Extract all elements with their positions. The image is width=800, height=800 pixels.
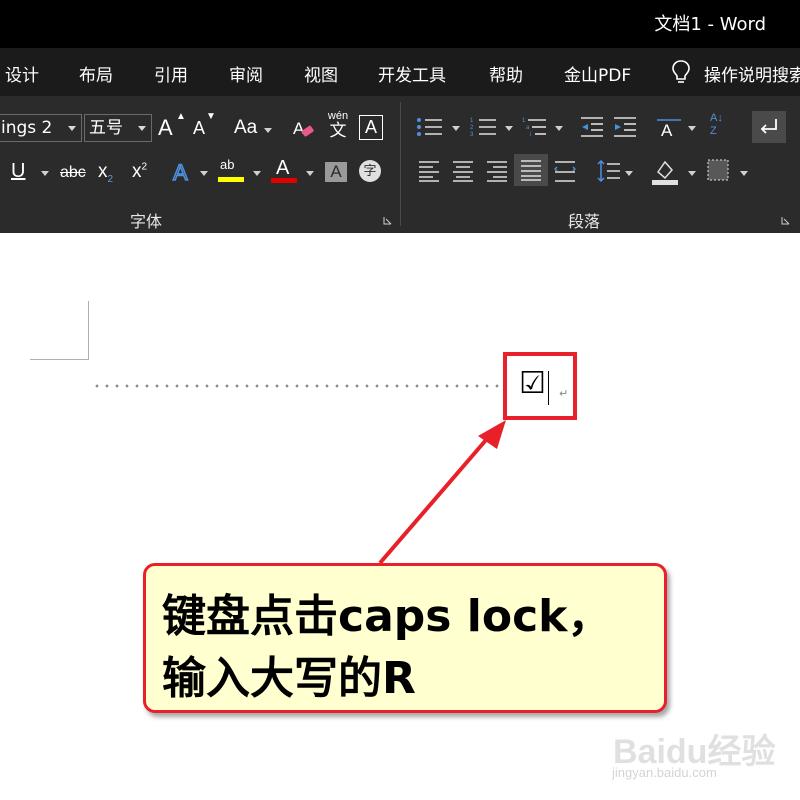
align-left-icon[interactable] <box>418 160 440 182</box>
paragraph-shading-icon[interactable] <box>650 156 680 186</box>
document-page[interactable]: ☑ ↵ 键盘点击caps lock， 输入大写的R Baidu经验 jingya… <box>0 233 800 800</box>
subscript-mark: 2 <box>107 173 114 185</box>
align-center-icon[interactable] <box>452 160 474 182</box>
asian-layout-icon[interactable]: A <box>655 116 683 138</box>
callout-line-1: 键盘点击caps lock， <box>162 591 612 642</box>
phonetic-guide-button[interactable]: wén 文 <box>326 110 350 140</box>
tab-kingsoft-pdf[interactable]: 金山PDF <box>564 61 631 86</box>
chevron-down-icon <box>688 126 696 131</box>
tab-layout[interactable]: 布局 <box>79 61 113 86</box>
paragraph-dialog-launcher-icon[interactable] <box>781 216 790 225</box>
svg-text:A: A <box>661 121 673 138</box>
superscript-button[interactable]: x2 <box>132 161 147 183</box>
chevron-down-icon <box>200 171 208 176</box>
svg-text:3: 3 <box>470 132 474 138</box>
character-border-button[interactable]: A <box>359 115 383 140</box>
chevron-down-icon <box>740 171 748 176</box>
align-right-icon[interactable] <box>486 160 508 182</box>
chevron-down-icon <box>625 171 633 176</box>
svg-text:2: 2 <box>470 125 474 131</box>
chevron-down-icon <box>264 128 272 133</box>
svg-text:A: A <box>293 119 305 138</box>
chevron-down-icon <box>68 126 76 131</box>
title-bar: 文档1 - Word <box>0 0 800 48</box>
borders-icon[interactable] <box>707 159 729 181</box>
tab-developer[interactable]: 开发工具 <box>378 61 446 86</box>
ribbon: ings 2 五号 A ▲ A ▼ Aa A wén 文 A U abc x2 … <box>0 96 800 233</box>
font-size-value: 五号 <box>89 118 123 138</box>
watermark-url: jingyan.baidu.com <box>612 765 717 780</box>
menu-bar: 设计 布局 引用 审阅 视图 开发工具 帮助 金山PDF 操作说明搜索 <box>0 48 800 96</box>
sort-z-label: Z <box>710 125 717 137</box>
chevron-down-icon <box>306 171 314 176</box>
character-shading-button[interactable]: A <box>325 162 347 182</box>
tell-me-search[interactable]: 操作说明搜索 <box>704 61 800 86</box>
window-title: 文档1 - Word <box>654 14 766 35</box>
chevron-down-icon <box>555 126 563 131</box>
font-dialog-launcher-icon[interactable] <box>383 216 392 225</box>
svg-text:i: i <box>530 132 531 138</box>
sort-a-label: A↓ <box>710 112 723 124</box>
lightbulb-icon[interactable] <box>670 59 692 85</box>
group-divider <box>400 102 401 226</box>
callout-line-2: 输入大写的R <box>162 653 416 704</box>
formatting-marks-icon <box>760 119 777 134</box>
tab-view[interactable]: 视图 <box>304 61 338 86</box>
multilevel-list-icon[interactable]: 1ai <box>522 116 550 138</box>
caret-down-icon: ▼ <box>206 111 216 122</box>
align-justify-icon <box>521 160 541 181</box>
distributed-icon[interactable] <box>554 160 576 182</box>
chevron-down-icon <box>138 126 146 131</box>
subscript-button[interactable]: x2 <box>98 161 113 185</box>
caret-up-icon: ▲ <box>176 111 186 122</box>
superscript-mark: 2 <box>141 161 148 173</box>
sort-button[interactable]: A↓ Z <box>710 112 736 140</box>
text-effects-button[interactable]: A <box>172 159 188 186</box>
font-name-value: ings 2 <box>1 118 53 138</box>
svg-text:1: 1 <box>470 118 474 124</box>
tab-review[interactable]: 审阅 <box>229 61 263 86</box>
line-spacing-icon[interactable] <box>596 158 622 184</box>
change-case-button[interactable]: Aa <box>234 117 257 139</box>
strikethrough-button[interactable]: abc <box>60 164 86 182</box>
increase-indent-icon[interactable] <box>612 116 638 138</box>
superscript-label: x <box>132 161 142 182</box>
clear-formatting-icon[interactable]: A <box>292 116 316 140</box>
svg-text:a: a <box>526 125 530 131</box>
font-color-bar <box>271 178 297 183</box>
svg-text:1: 1 <box>522 118 526 124</box>
font-group-label: 字体 <box>130 212 163 231</box>
chevron-down-icon <box>253 171 261 176</box>
tab-references[interactable]: 引用 <box>154 61 188 86</box>
annotation-callout: 键盘点击caps lock， 输入大写的R <box>143 563 667 713</box>
shrink-font-button[interactable]: A <box>193 118 205 139</box>
chevron-down-icon <box>688 171 696 176</box>
highlight-button[interactable]: ab <box>218 157 244 183</box>
phonetic-bottom-text: 文 <box>329 121 347 140</box>
chevron-down-icon <box>452 126 460 131</box>
enclose-character-button[interactable]: 字 <box>359 160 381 182</box>
decrease-indent-icon[interactable] <box>579 116 605 138</box>
paragraph-group-label: 段落 <box>568 212 601 231</box>
tab-design[interactable]: 设计 <box>5 61 39 86</box>
subscript-label: x <box>98 161 108 182</box>
justify-button[interactable] <box>514 154 548 186</box>
numbering-icon[interactable]: 123 <box>470 116 498 138</box>
chevron-down-icon <box>505 126 513 131</box>
highlight-color-bar <box>218 177 244 182</box>
font-color-button[interactable]: A <box>271 157 297 183</box>
show-formatting-button[interactable] <box>752 111 786 143</box>
font-name-combo[interactable]: ings 2 <box>0 114 82 142</box>
bullets-icon[interactable] <box>416 116 444 138</box>
annotation-arrow <box>378 420 506 565</box>
font-size-combo[interactable]: 五号 <box>84 114 152 142</box>
font-color-label: A <box>276 157 290 179</box>
chevron-down-icon <box>41 171 49 176</box>
grow-font-button[interactable]: A <box>158 115 173 141</box>
underline-button[interactable]: U <box>11 160 25 183</box>
highlight-label: ab <box>220 157 235 172</box>
tab-help[interactable]: 帮助 <box>489 61 523 86</box>
